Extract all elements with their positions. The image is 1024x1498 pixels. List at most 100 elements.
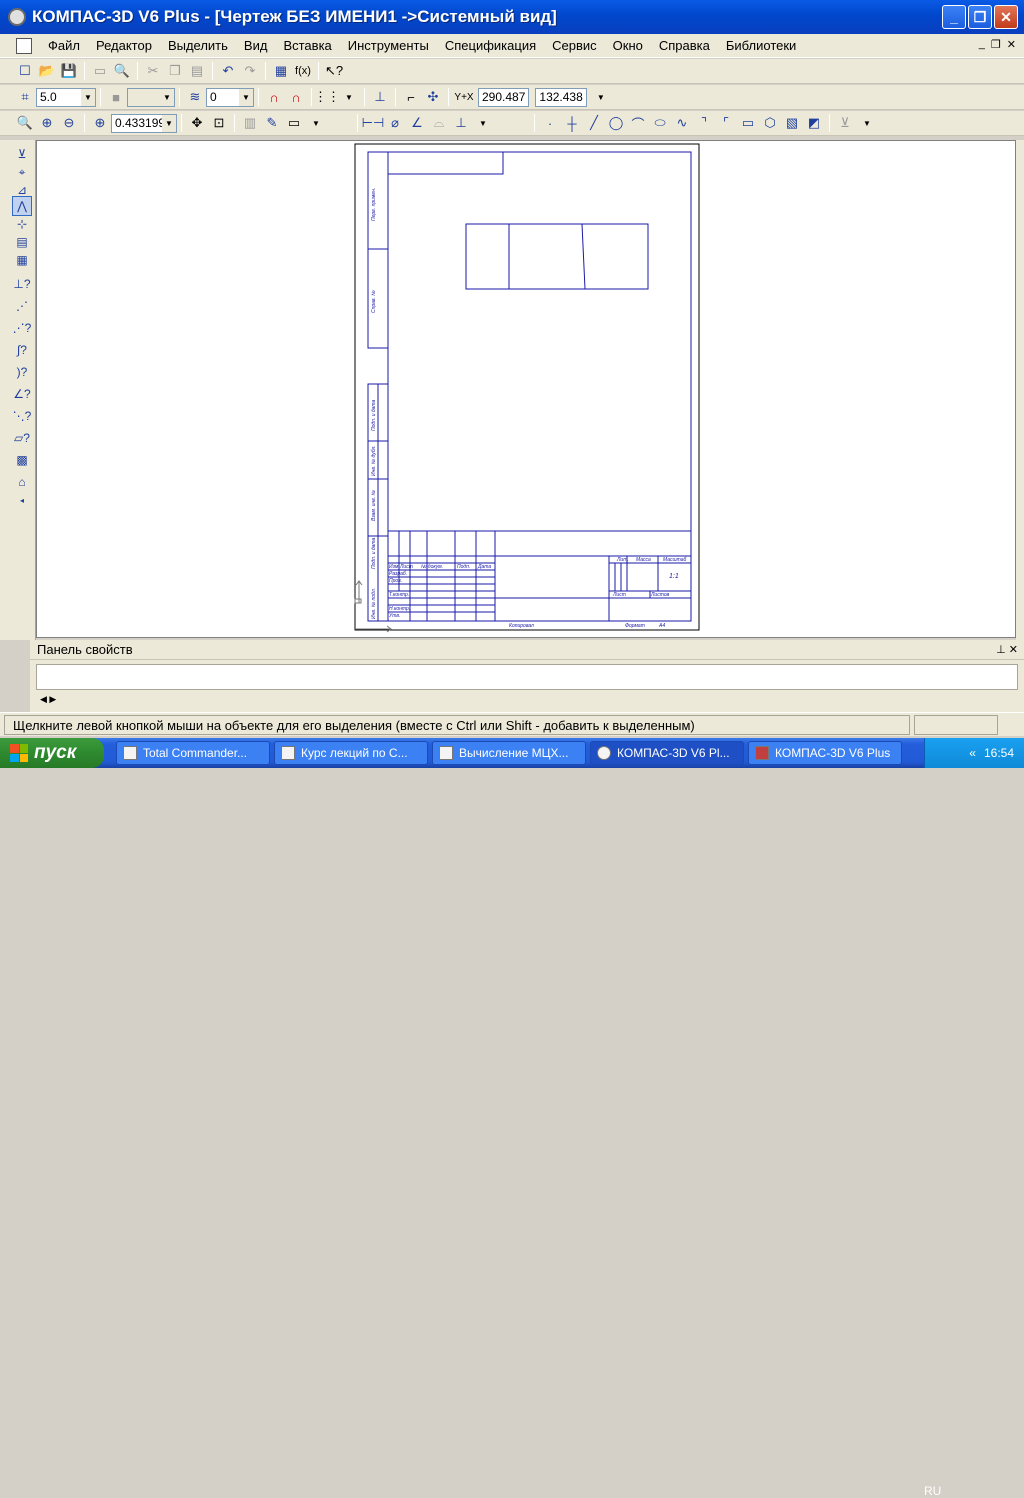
more-tools-arrow-icon[interactable]: ◂: [12, 490, 32, 510]
step-combo[interactable]: 5.0 ▼: [36, 87, 96, 107]
measure-angle-icon[interactable]: ∠?: [12, 384, 32, 404]
drawing-canvas[interactable]: Перв. примен. Справ. № Подп. и дата Инв.…: [36, 140, 1016, 638]
cursor-icon[interactable]: ✣: [422, 86, 444, 108]
chevron-down-icon[interactable]: ▼: [590, 86, 612, 108]
chevron-down-icon[interactable]: ▼: [338, 86, 360, 108]
mdi-minimize-button[interactable]: _: [979, 38, 985, 51]
zoom-window-icon[interactable]: 🔍: [14, 112, 36, 134]
diameter-icon[interactable]: ⌀: [384, 112, 406, 134]
macro-icon[interactable]: ⊻: [834, 112, 856, 134]
mdi-close-button[interactable]: ✕: [1007, 38, 1016, 51]
chevron-down-icon[interactable]: ▼: [162, 114, 176, 132]
dimensions-panel-icon[interactable]: ⌖: [12, 162, 32, 182]
menu-libraries[interactable]: Библиотеки: [718, 38, 804, 53]
chevron-down-icon[interactable]: ▼: [856, 112, 878, 134]
menu-specification[interactable]: Спецификация: [437, 38, 544, 53]
tray-expand-icon[interactable]: «: [969, 746, 976, 760]
measure-length-icon[interactable]: ⋰?: [12, 318, 32, 338]
chevron-down-icon[interactable]: ▼: [81, 88, 95, 106]
point-icon[interactable]: ·: [539, 112, 561, 134]
menu-file[interactable]: Файл: [40, 38, 88, 53]
clock[interactable]: 16:54: [984, 746, 1014, 760]
spline-icon[interactable]: ∿: [671, 112, 693, 134]
save-icon[interactable]: 💾: [58, 60, 80, 82]
menu-editor[interactable]: Редактор: [88, 38, 160, 53]
properties-scroll-arrows[interactable]: ◀ ▶: [40, 694, 56, 705]
chevron-down-icon[interactable]: ▼: [472, 112, 494, 134]
mass-properties-icon[interactable]: ▩: [12, 450, 32, 470]
chamfer-icon[interactable]: ⌝: [693, 112, 715, 134]
select-icon[interactable]: ✎: [261, 112, 283, 134]
coord-y-field[interactable]: 132.438: [535, 87, 587, 107]
rectangle-icon[interactable]: ▭: [737, 112, 759, 134]
ortho-icon[interactable]: ⌐: [400, 86, 422, 108]
menu-window[interactable]: Окно: [605, 38, 651, 53]
calculator-icon[interactable]: ▦: [270, 60, 292, 82]
auxiliary-line-icon[interactable]: ┼: [561, 112, 583, 134]
fillet-icon[interactable]: ⌜: [715, 112, 737, 134]
dimension-icon[interactable]: ⊢⊣: [362, 112, 385, 134]
coord-x-field[interactable]: 290.487: [478, 87, 530, 107]
task-kompas-app[interactable]: КОМПАС-3D V6 Plus: [748, 741, 902, 765]
roughness-icon[interactable]: ⊥: [450, 112, 472, 134]
zoom-combo[interactable]: 0.433199 ▼: [111, 113, 177, 133]
measure-panel-icon[interactable]: ▤: [12, 232, 32, 252]
preview-icon[interactable]: 🔍: [111, 60, 133, 82]
zoom-out-icon[interactable]: ⊖: [58, 112, 80, 134]
pan-icon[interactable]: ✥: [186, 112, 208, 134]
task-total-commander[interactable]: Total Commander...: [116, 741, 270, 765]
minimize-button[interactable]: _: [942, 5, 966, 29]
angle-icon[interactable]: ∠: [406, 112, 428, 134]
select-panel-icon[interactable]: ▦: [12, 250, 32, 270]
view-manager-icon[interactable]: ▭: [283, 112, 305, 134]
show-all-icon[interactable]: ⊡: [208, 112, 230, 134]
body-properties-icon[interactable]: ⌂: [12, 472, 32, 492]
menu-select[interactable]: Выделить: [160, 38, 236, 53]
paste-icon[interactable]: ▤: [186, 60, 208, 82]
measure-curve-icon[interactable]: ∫?: [12, 340, 32, 360]
local-cs-icon[interactable]: ⊥: [369, 86, 391, 108]
undo-icon[interactable]: ↶: [217, 60, 239, 82]
pin-icon[interactable]: ⊥: [996, 644, 1006, 656]
language-indicator[interactable]: RU: [924, 1484, 941, 1498]
start-button[interactable]: пуск: [0, 738, 104, 768]
copy-icon[interactable]: ❐: [164, 60, 186, 82]
circle-icon[interactable]: ◯: [605, 112, 627, 134]
cut-icon[interactable]: ✂: [142, 60, 164, 82]
redo-icon[interactable]: ↷: [239, 60, 261, 82]
local-snap-icon[interactable]: ∩: [285, 86, 307, 108]
mdi-restore-button[interactable]: ❐: [991, 38, 1001, 51]
document-icon[interactable]: [16, 37, 32, 54]
task-kompas-drawing[interactable]: КОМПАС-3D V6 Pl...: [590, 741, 744, 765]
measure-area-icon[interactable]: ⋱?: [12, 406, 32, 426]
menu-help[interactable]: Справка: [651, 38, 718, 53]
menu-view[interactable]: Вид: [236, 38, 276, 53]
kompas-app-icon[interactable]: [8, 8, 26, 26]
help-pointer-icon[interactable]: ↖?: [323, 60, 345, 82]
parametrization-panel-icon[interactable]: ⊹: [12, 214, 32, 234]
ellipse-icon[interactable]: ⬭: [649, 112, 671, 134]
zoom-in-icon[interactable]: ⊕: [36, 112, 58, 134]
measure-point-icon[interactable]: ⋰: [12, 296, 32, 316]
layer-combo[interactable]: 0 ▼: [206, 87, 254, 107]
grid-icon[interactable]: ⋮⋮: [314, 86, 340, 108]
task-word-lectures[interactable]: Курс лекций по С...: [274, 741, 428, 765]
snap-icon[interactable]: ∩: [263, 86, 285, 108]
print-icon[interactable]: ▭: [89, 60, 111, 82]
chevron-down-icon[interactable]: ▼: [239, 88, 253, 106]
menu-service[interactable]: Сервис: [544, 38, 605, 53]
maximize-button[interactable]: ❐: [968, 5, 992, 29]
hatch-icon[interactable]: ⌓: [428, 112, 450, 134]
geometry-panel-icon[interactable]: ⊻: [12, 144, 32, 164]
arc-icon[interactable]: ⌒: [627, 112, 649, 134]
edit-panel-icon[interactable]: ⋀: [12, 196, 32, 216]
menu-insert[interactable]: Вставка: [275, 38, 339, 53]
hatching-icon[interactable]: ▧: [781, 112, 803, 134]
new-document-icon[interactable]: ☐: [14, 60, 36, 82]
mass-centre-icon[interactable]: ▱?: [12, 428, 32, 448]
measure-arc-icon[interactable]: )?: [12, 362, 32, 382]
chevron-down-icon[interactable]: ▼: [305, 112, 327, 134]
menu-tools[interactable]: Инструменты: [340, 38, 437, 53]
close-icon[interactable]: ✕: [1009, 644, 1018, 656]
zoom-scale-icon[interactable]: ⊕: [89, 112, 111, 134]
